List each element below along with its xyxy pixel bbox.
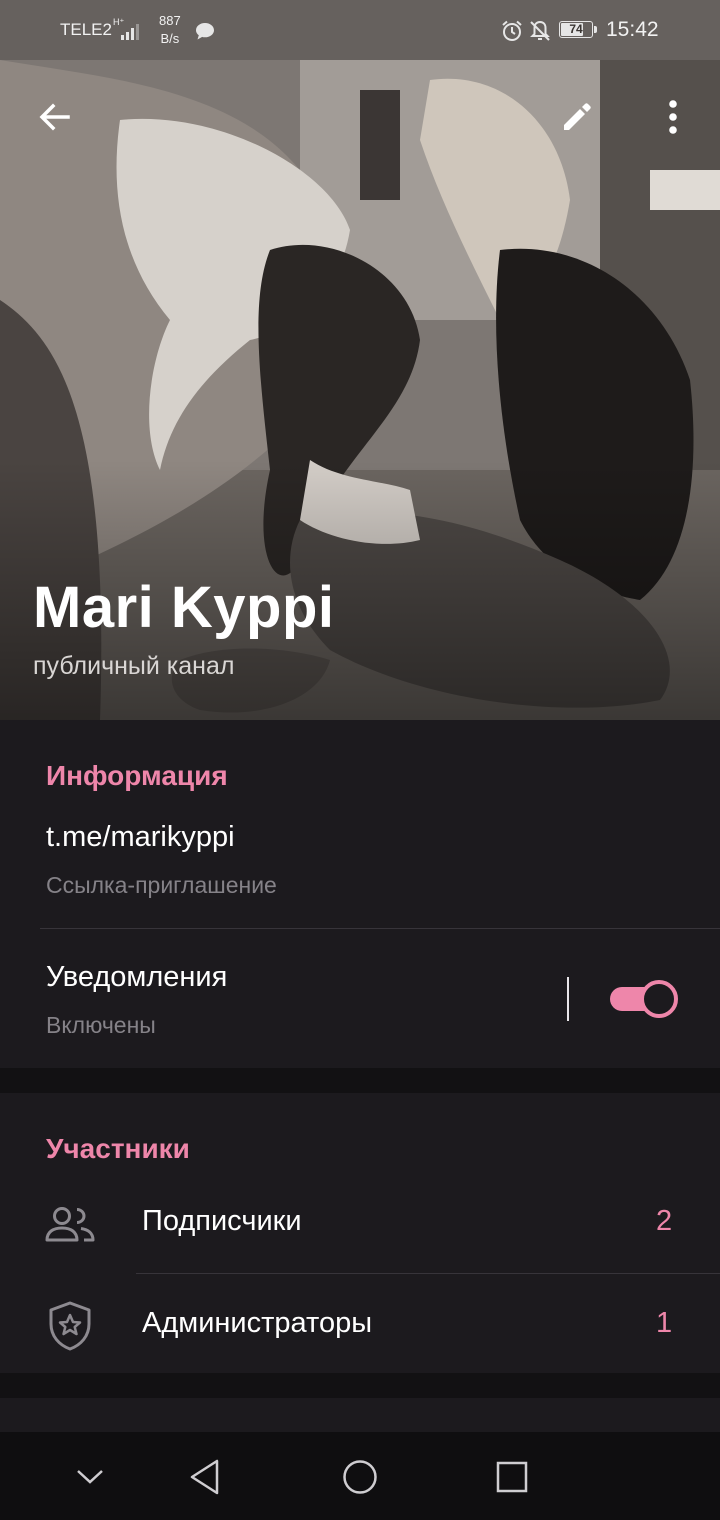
shield-star-icon [49,1301,91,1351]
nav-recents-button[interactable] [487,1452,537,1502]
system-navigation-bar [0,1432,720,1520]
administrators-count: 1 [656,1307,673,1339]
bell-off-icon [530,20,550,41]
network-speed: 887 B/s [159,12,181,48]
status-bar: TELE2 H⁺ 887 B/s 74 15:42 [0,0,720,60]
nav-back-button[interactable] [180,1452,230,1502]
chat-icon [196,23,214,40]
back-arrow-icon [39,103,70,131]
channel-type: публичный канал [33,652,235,680]
notifications-title: Уведомления [46,961,228,993]
chevron-down-icon [77,1470,103,1484]
signal-icon [121,24,139,40]
battery-icon: 74 [559,21,597,38]
info-section-title: Информация [46,760,228,791]
section-gap [0,1373,720,1398]
network-speed-unit: B/s [160,31,180,46]
people-icon [45,1207,95,1242]
network-speed-value: 887 [159,13,181,28]
invite-link[interactable]: t.me/marikyppi [46,821,235,854]
back-triangle-icon [190,1459,219,1495]
subscribers-label: Подписчики [142,1205,302,1237]
next-section-edge [0,1398,720,1432]
administrators-label: Администраторы [142,1307,373,1339]
carrier-label: TELE2 [60,20,112,39]
divider [136,1273,720,1274]
more-options-button[interactable] [648,92,698,142]
home-circle-icon [343,1460,377,1494]
invite-link-label: Ссылка-приглашение [46,872,277,898]
recents-square-icon [496,1461,528,1493]
edit-button[interactable] [552,92,602,142]
notifications-status: Включены [46,1012,156,1038]
clock: 15:42 [606,18,659,41]
subscribers-count: 2 [656,1205,673,1237]
battery-level-text: 74 [569,22,583,36]
more-vert-icon [669,100,677,134]
section-gap [0,1068,720,1093]
alarm-icon [502,20,522,41]
channel-name: Mari Kyppi [33,575,335,640]
notifications-toggle[interactable] [610,980,678,1018]
members-section: Участники Подписчики 2 Администраторы 1 [0,1093,720,1373]
toggle-separator [567,977,569,1021]
hide-keyboard-button[interactable] [65,1452,115,1502]
toggle-knob [640,980,678,1018]
channel-header-photo[interactable]: TELE2 H⁺ 887 B/s 74 15:42 Mari Kyppi пуб… [0,0,720,720]
pencil-icon [564,103,591,130]
divider [40,928,720,929]
members-section-title: Участники [46,1133,190,1164]
back-button[interactable] [30,92,80,142]
nav-home-button[interactable] [335,1452,385,1502]
